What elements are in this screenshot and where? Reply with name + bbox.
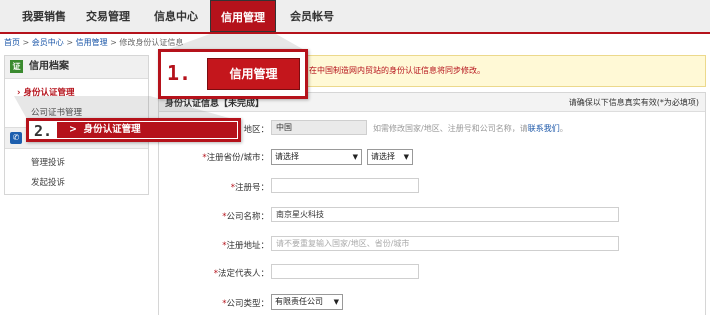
chevron-right-icon: >: [69, 124, 77, 135]
callout-step-1: 1. 信用管理: [158, 49, 308, 99]
callout-guides: [14, 34, 308, 121]
callout-step-2: 2. > 身份认证管理: [26, 118, 241, 142]
step-1-number: 1.: [167, 61, 192, 85]
identity-management-label: 身份认证管理: [83, 124, 141, 135]
identity-management-button[interactable]: > 身份认证管理: [57, 122, 237, 138]
step-2-number: 2.: [34, 122, 53, 140]
credit-management-button[interactable]: 信用管理: [207, 58, 300, 90]
